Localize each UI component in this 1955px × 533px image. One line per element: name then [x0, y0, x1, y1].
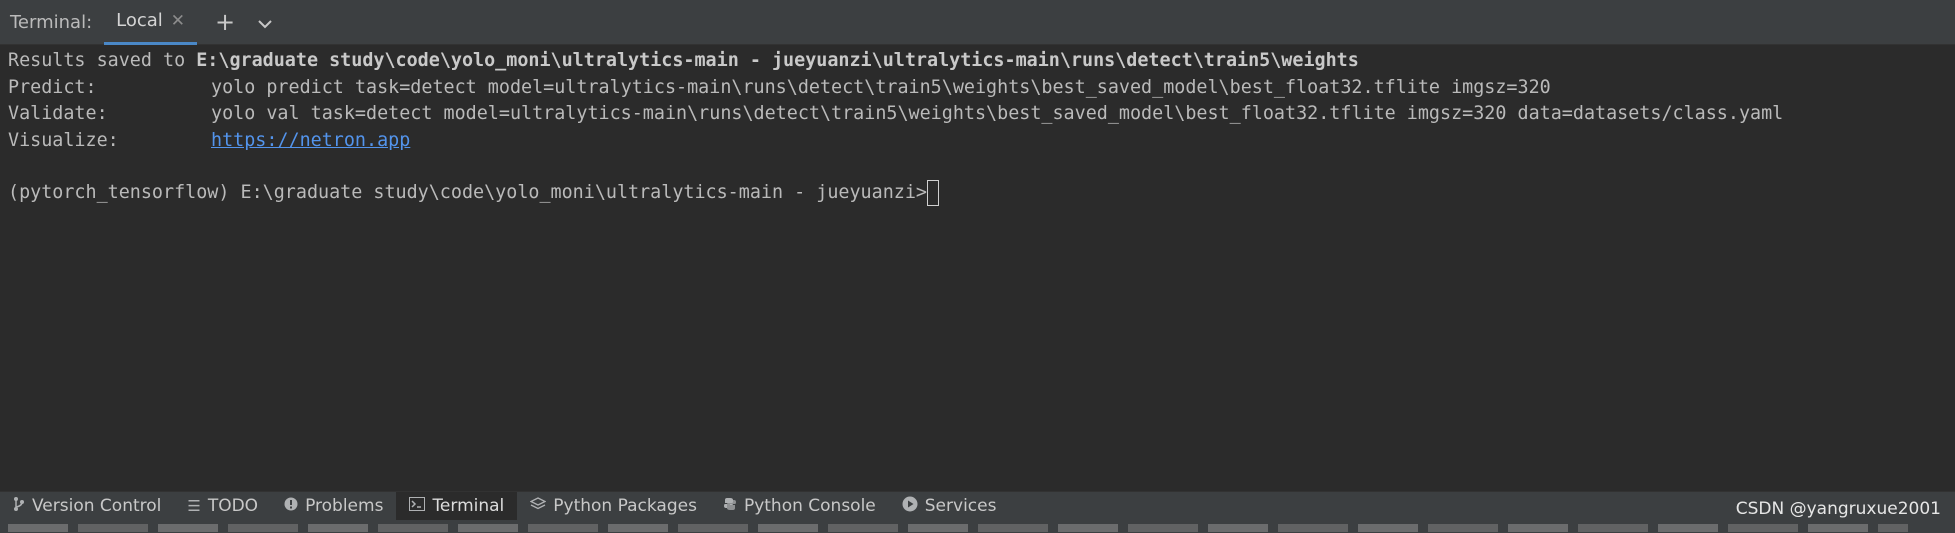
tool-services-label: Services: [924, 496, 997, 516]
tool-problems[interactable]: Problems: [271, 492, 396, 521]
tool-window-title: Terminal:: [10, 11, 93, 33]
tool-version-control[interactable]: Version Control: [0, 492, 174, 521]
tool-python-packages[interactable]: Python Packages: [517, 492, 710, 521]
visualize-label: Visualize:: [8, 130, 119, 151]
text-cursor: [926, 180, 939, 206]
terminal-tool-window-header: Terminal: Local ✕ +: [0, 0, 1955, 45]
chevron-down-icon[interactable]: [253, 10, 277, 34]
tool-terminal[interactable]: Terminal: [396, 491, 518, 521]
validate-command: yolo val task=detect model=ultralytics-m…: [211, 103, 1784, 124]
results-label: Results saved to: [8, 50, 197, 71]
status-bar-blurred-text: [8, 524, 1908, 532]
terminal-icon: [409, 497, 426, 515]
tab-local[interactable]: Local ✕: [104, 0, 198, 45]
bottom-tool-bar: Version Control ☰ TODO Problems Terminal…: [0, 491, 1955, 521]
tool-services[interactable]: Services: [889, 492, 1010, 521]
terminal-output[interactable]: Results saved to E:\graduate study\code\…: [0, 45, 1955, 491]
netron-link[interactable]: https://netron.app: [211, 130, 410, 151]
tab-local-label: Local: [116, 10, 163, 31]
csdn-watermark: CSDN @yangruxue2001: [1735, 499, 1941, 519]
status-bar: [0, 520, 1955, 533]
validate-label: Validate:: [8, 103, 108, 124]
terminal-line-visualize: Visualize: https://netron.app: [8, 128, 410, 154]
tool-todo[interactable]: ☰ TODO: [174, 492, 271, 521]
branch-icon: [13, 496, 25, 516]
terminal-line-results: Results saved to E:\graduate study\code\…: [8, 48, 1359, 74]
predict-label: Predict:: [8, 77, 97, 98]
play-icon: [902, 496, 918, 516]
tool-python-packages-label: Python Packages: [553, 496, 697, 516]
results-path: E:\graduate study\code\yolo_moni\ultraly…: [196, 50, 1359, 71]
tool-version-control-label: Version Control: [32, 496, 162, 516]
terminal-line-predict: Predict: yolo predict task=detect model=u…: [8, 75, 1551, 101]
tool-terminal-label: Terminal: [432, 496, 505, 516]
add-icon[interactable]: +: [213, 10, 237, 34]
layers-icon: [529, 497, 547, 515]
tool-python-console-label: Python Console: [743, 496, 876, 516]
python-icon: [723, 497, 737, 515]
terminal-line-validate: Validate: yolo val task=detect model=ultr…: [8, 101, 1783, 127]
warning-icon: [284, 497, 298, 515]
close-icon[interactable]: ✕: [171, 11, 185, 31]
tool-todo-label: TODO: [207, 496, 259, 516]
tool-problems-label: Problems: [305, 496, 384, 516]
shell-prompt: (pytorch_tensorflow) E:\graduate study\c…: [8, 182, 927, 203]
tool-python-console[interactable]: Python Console: [710, 492, 889, 521]
terminal-prompt-line[interactable]: (pytorch_tensorflow) E:\graduate study\c…: [8, 180, 939, 206]
predict-command: yolo predict task=detect model=ultralyti…: [211, 77, 1551, 98]
list-icon: ☰: [187, 497, 201, 515]
